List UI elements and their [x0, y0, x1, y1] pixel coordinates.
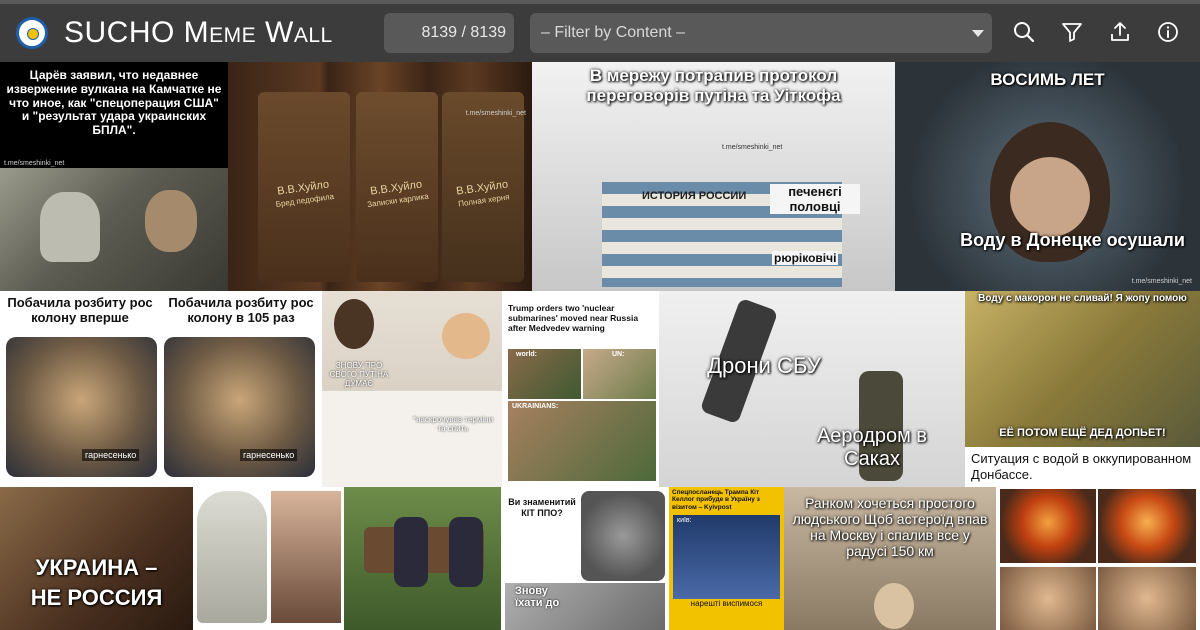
- filter-placeholder: – Filter by Content –: [541, 24, 686, 41]
- meme-note: рюріковічі: [772, 251, 839, 265]
- meme-tile[interactable]: ЗНОВУ ПРО СВОГО ПУТІНА ДУМАЄ *наскрочува…: [322, 291, 502, 487]
- meme-figure: [874, 583, 914, 629]
- meme-photo: [581, 491, 665, 581]
- meme-tile[interactable]: [996, 487, 1200, 630]
- meme-caption: Царёв заявил, что недавнее извержение ву…: [6, 68, 222, 138]
- meme-tile[interactable]: Trump orders two 'nuclear submarines' mo…: [502, 291, 659, 487]
- chimp-face: [1010, 157, 1090, 237]
- meme-watermark: t.me/smeshinki_net: [722, 144, 783, 151]
- meme-caption: УКРАИНА –: [35, 555, 158, 580]
- share-icon[interactable]: [1108, 20, 1132, 44]
- meme-photo: [197, 491, 267, 623]
- meme-note: печенєгі половці: [770, 184, 860, 214]
- meme-figure: [442, 313, 490, 359]
- meme-tile[interactable]: Воду с макорон не сливай! Я жопу помою Е…: [965, 291, 1200, 487]
- meme-figure: [449, 517, 483, 587]
- meme-tile[interactable]: Побачила розбиту рос колону вперше Побач…: [0, 291, 322, 487]
- meme-caption: нарешті виспимося: [690, 599, 763, 608]
- content-filter-select[interactable]: – Filter by Content –: [530, 13, 992, 53]
- meme-tile[interactable]: [193, 487, 344, 630]
- meme-caption: ЗНОВУ ПРО СВОГО ПУТІНА ДУМАЄ: [329, 361, 389, 388]
- meme-caption: Знову їхати до: [515, 585, 560, 609]
- meme-photo: [1000, 567, 1096, 630]
- meme-counter: 8139 / 8139: [384, 13, 514, 53]
- meme-watermark: t.me/smeshinki_net: [4, 160, 65, 167]
- search-icon[interactable]: [1012, 20, 1036, 44]
- meme-tile[interactable]: В.В.Хуйло Бред педофила В.В.Хуйло Записки …: [228, 62, 532, 291]
- meme-caption: Ранком хочеться простого людського Щоб а…: [792, 495, 988, 560]
- meme-figure: [40, 192, 100, 262]
- meme-tile[interactable]: Спецпосланець Трампа Кіт Келлог прибуде …: [669, 487, 784, 630]
- meme-tile[interactable]: УКРАИНА – НЕ РОССИЯ: [0, 487, 193, 630]
- meme-photo: [1000, 489, 1096, 563]
- meme-headline: Спецпосланець Трампа Кіт Келлог прибуде …: [672, 489, 760, 511]
- meme-caption: В мережу потрапив протокол переговорів п…: [586, 66, 841, 105]
- meme-label: київ:: [677, 517, 692, 524]
- meme-tile[interactable]: Ранком хочеться простого людського Щоб а…: [784, 487, 996, 630]
- meme-photo: [1098, 567, 1196, 630]
- info-icon[interactable]: [1156, 20, 1180, 44]
- meme-caption-top: ВОСИМЬ ЛЕТ: [990, 70, 1105, 89]
- meme-figure: [334, 299, 374, 349]
- chevron-down-icon: [972, 30, 984, 37]
- meme-caption: НЕ РОССИЯ: [30, 585, 163, 610]
- book-title: ИСТОРИЯ РОССИИ: [642, 190, 747, 202]
- meme-caption: *наскрочував терміни та спить: [412, 415, 494, 433]
- meme-tile[interactable]: ВОСИМЬ ЛЕТ Воду в Донецке осушали t.me/s…: [895, 62, 1200, 291]
- meme-headline: Trump orders two 'nuclear submarines' mo…: [508, 303, 639, 334]
- meme-caption-bottom: ЕЁ ПОТОМ ЕЩЁ ДЕД ДОПЬЕТ!: [999, 427, 1166, 439]
- meme-caption-bottom: Аеродром в Саках: [816, 425, 928, 470]
- meme-tile[interactable]: [344, 487, 501, 630]
- meme-caption-top: Дрони СБУ: [707, 353, 821, 378]
- meme-tile[interactable]: Ви знаменитий КІТ ППО? Знову їхати до: [501, 487, 669, 630]
- meme-watermark: t.me/smeshinki_net: [465, 110, 526, 117]
- app-title: SUCHO Meme Wall: [64, 16, 333, 49]
- meme-photo: [1098, 489, 1196, 563]
- meme-subtitle: гарнесенько: [82, 449, 140, 461]
- meme-bedsheet: [322, 391, 502, 487]
- meme-tile[interactable]: В мережу потрапив протокол переговорів п…: [532, 62, 895, 291]
- meme-figure: [145, 190, 197, 252]
- meme-photo: [508, 401, 656, 481]
- meme-label: world:: [516, 351, 537, 358]
- meme-figure: [394, 517, 428, 587]
- meme-photo: [271, 491, 341, 623]
- sucho-logo[interactable]: [16, 17, 48, 49]
- meme-tile[interactable]: Царёв заявил, что недавнее извержение ву…: [0, 62, 228, 291]
- meme-tile[interactable]: Дрони СБУ Аеродром в Саках: [659, 291, 965, 487]
- meme-label: UKRAINIANS:: [512, 403, 559, 410]
- meme-watermark: t.me/smeshinki_net: [1131, 278, 1192, 285]
- meme-caption: Ви знаменитий КІТ ППО?: [508, 497, 576, 518]
- meme-caption: Ситуация с водой в оккупированном Донбас…: [971, 451, 1192, 482]
- meme-subtitle: гарнесенько: [240, 449, 298, 461]
- header-bar: SUCHO Meme Wall 8139 / 8139 – Filter by …: [0, 4, 1200, 62]
- meme-caption-top: Воду с макорон не сливай! Я жопу помою: [978, 293, 1187, 304]
- meme-caption: Побачила розбиту рос колону в 105 раз: [168, 295, 314, 325]
- meme-wall: Царёв заявил, что недавнее извержение ву…: [0, 62, 1200, 630]
- meme-caption-bottom: Воду в Донецке осушали: [960, 230, 1185, 250]
- meme-photo: [965, 291, 1200, 447]
- meme-caption: Побачила розбиту рос колону вперше: [7, 295, 153, 325]
- meme-label: UN:: [612, 351, 625, 358]
- filter-icon[interactable]: [1060, 20, 1084, 44]
- meme-photo: [673, 515, 780, 599]
